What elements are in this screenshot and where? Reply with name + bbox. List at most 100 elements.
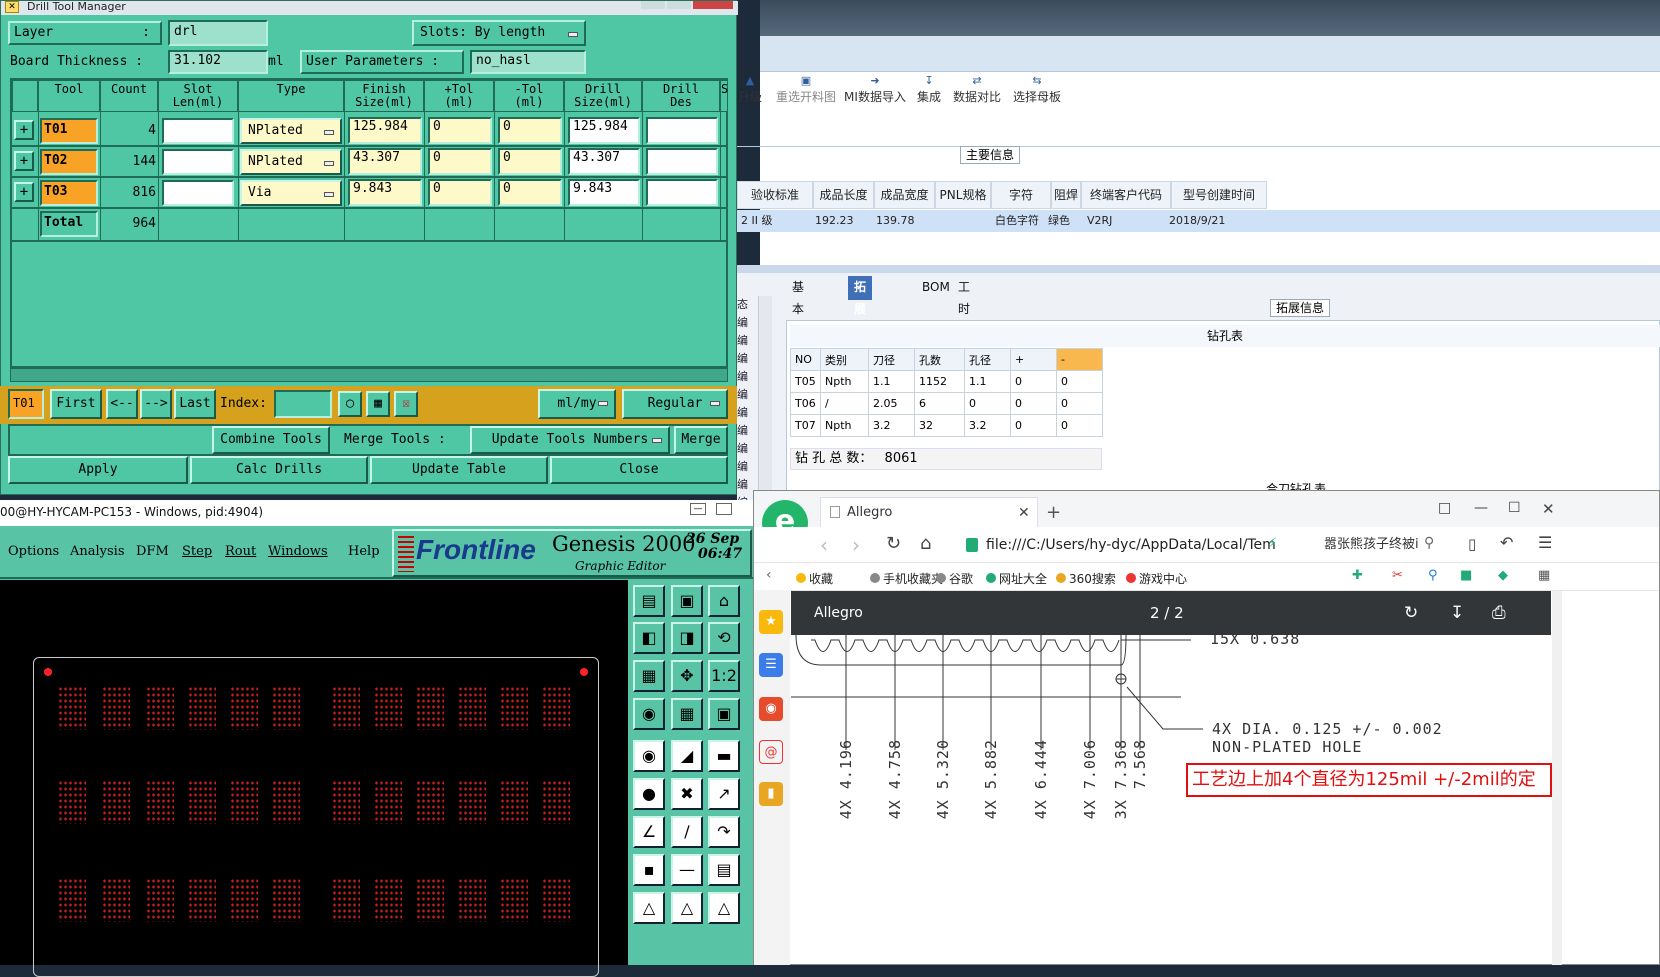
upgrade-button[interactable]: ▲ 升级	[733, 74, 767, 105]
menu-dfm[interactable]: DFM	[136, 544, 169, 559]
apply-button[interactable]: Apply	[8, 456, 188, 484]
type-selector[interactable]: Via	[240, 180, 342, 206]
home-icon[interactable]: ⌂	[920, 533, 931, 554]
select-master-button[interactable]: ⇆ 选择母板	[1012, 74, 1062, 105]
add-icon[interactable]: ✚	[1352, 568, 1363, 583]
ntol-input[interactable]: 0	[498, 148, 562, 175]
drill-input[interactable]: 43.307	[568, 148, 640, 175]
tool-name-cell[interactable]: T03	[40, 180, 98, 206]
tab-bom[interactable]: BOM	[916, 276, 956, 300]
bookmark-item[interactable]: 网址大全	[986, 570, 1047, 587]
chevron-left-icon[interactable]: ‹	[766, 567, 772, 583]
news-icon[interactable]: ☰	[759, 653, 783, 677]
mail-icon[interactable]: @	[759, 740, 783, 764]
tool-name-cell[interactable]: T01	[40, 118, 98, 144]
slot-len-input[interactable]	[162, 180, 234, 206]
rotate-icon[interactable]: ↻	[1404, 603, 1418, 623]
bookmark-item[interactable]: 360搜索	[1056, 570, 1116, 587]
zoom-icon[interactable]: ⟲	[708, 622, 740, 654]
print-icon[interactable]: ⎙	[1492, 603, 1506, 623]
scale-icon[interactable]: ✖	[671, 778, 703, 810]
close-button[interactable]: Close	[550, 456, 728, 484]
star-icon[interactable]: ★	[759, 610, 783, 634]
scissors-icon[interactable]: ✂	[1392, 568, 1403, 583]
view-icon[interactable]: ⌂	[708, 585, 740, 617]
bookmark-item[interactable]: 谷歌	[936, 570, 973, 587]
first-button[interactable]: First	[50, 389, 102, 419]
expand-icon[interactable]: +	[14, 120, 34, 140]
ptol-input[interactable]: 0	[428, 117, 492, 144]
scale-icon[interactable]: ↗	[708, 778, 740, 810]
undo-icon[interactable]: ↶	[1500, 533, 1513, 552]
tab-hours[interactable]: 工时	[952, 276, 976, 316]
address-bar[interactable]: file:///C:/Users/hy-dyc/AppData/Local/Te…	[964, 533, 1306, 557]
menu-rout[interactable]: Rout	[225, 544, 256, 559]
home-icon[interactable]: 1:2	[708, 660, 740, 692]
unit-selector[interactable]: ml/my	[538, 389, 616, 419]
measure-icon[interactable]: ∠	[633, 816, 665, 848]
compare-button[interactable]: ⇄ 数据对比	[952, 74, 1002, 105]
select-icon[interactable]: ▦	[366, 391, 390, 417]
close-icon[interactable]: ✕	[1542, 500, 1555, 518]
home-icon[interactable]: ✥	[671, 660, 703, 692]
finish-input[interactable]: 9.843	[348, 179, 422, 206]
menu-icon[interactable]: ☰	[1538, 533, 1552, 552]
scale-icon[interactable]: ●	[633, 778, 665, 810]
calc-drills-button[interactable]: Calc Drills	[190, 456, 368, 484]
slot-len-input[interactable]	[162, 118, 234, 144]
drill-table-row[interactable]: T06/2.05 6 0 0 0	[790, 392, 1103, 415]
update-table-button[interactable]: Update Table	[370, 456, 548, 484]
last-button[interactable]: Last	[174, 389, 216, 419]
layers-icon[interactable]: △	[633, 892, 665, 924]
menu-help[interactable]: Help	[348, 544, 380, 559]
mi-import-button[interactable]: ➜ MI数据导入	[844, 74, 906, 105]
tab-ext-info[interactable]: 拓展信息	[848, 276, 873, 360]
measure-icon[interactable]: ↷	[708, 816, 740, 848]
close-window-button[interactable]	[693, 1, 733, 9]
current-tool-field[interactable]: T01	[8, 389, 44, 419]
search-icon[interactable]: ⚲	[1424, 535, 1434, 551]
mode-selector[interactable]: Regular	[622, 389, 728, 419]
board-thickness-field[interactable]: 31.102	[168, 50, 268, 74]
grid-icon[interactable]: ▤	[708, 854, 740, 886]
ptol-input[interactable]: 0	[428, 148, 492, 175]
ntol-input[interactable]: 0	[498, 179, 562, 206]
reselect-layout-button[interactable]: ▣ 重选开料图	[775, 74, 837, 105]
fit-icon[interactable]: ◉	[633, 740, 665, 772]
shield-icon[interactable]: ◆	[1498, 568, 1508, 583]
bookmark-item[interactable]: 收藏	[796, 570, 833, 587]
maximize-icon[interactable]: ☐	[1508, 500, 1521, 516]
drill-table-row[interactable]: T05 Npth 1.1 1152 1.1 0 0	[790, 370, 1103, 393]
tool-name-cell[interactable]: T02	[40, 149, 98, 175]
merge-button[interactable]: Merge	[674, 426, 728, 454]
finish-input[interactable]: 125.984	[348, 117, 422, 144]
reload-icon[interactable]: ↻	[886, 533, 901, 554]
grid-icon[interactable]: ▪	[633, 854, 665, 886]
delete-icon[interactable]: ☒	[394, 391, 418, 417]
drill-input[interactable]: 125.984	[568, 117, 640, 144]
forward-icon[interactable]: ›	[852, 533, 860, 557]
maximize-icon[interactable]	[716, 503, 732, 515]
pan-icon[interactable]: ◉	[633, 698, 665, 730]
prev-button[interactable]: <--	[106, 389, 138, 419]
notes-icon[interactable]: ▮	[759, 782, 783, 806]
user-parameters-field[interactable]: no_hasl	[470, 50, 586, 74]
des-input[interactable]	[646, 148, 718, 175]
new-tab-icon[interactable]: +	[1046, 502, 1061, 523]
pan-icon[interactable]: ▦	[671, 698, 703, 730]
layers-icon[interactable]: △	[708, 892, 740, 924]
pin-icon[interactable]: □	[1438, 500, 1451, 516]
view-icon[interactable]: ▤	[633, 585, 665, 617]
tab-basic-info[interactable]: 基本信息	[786, 276, 810, 360]
des-input[interactable]	[646, 117, 718, 144]
back-icon[interactable]: ‹	[820, 533, 828, 557]
view-icon[interactable]: ▣	[671, 585, 703, 617]
find-icon[interactable]: ◯	[338, 391, 362, 417]
ntol-input[interactable]: 0	[498, 117, 562, 144]
bookmark-item[interactable]: 游戏中心	[1126, 570, 1187, 587]
expand-icon[interactable]: +	[14, 151, 34, 171]
menu-analysis[interactable]: Analysis	[70, 544, 125, 559]
side-scrollbar[interactable]	[758, 296, 772, 496]
slot-len-input[interactable]	[162, 149, 234, 175]
layer-field[interactable]: drl	[168, 20, 268, 46]
